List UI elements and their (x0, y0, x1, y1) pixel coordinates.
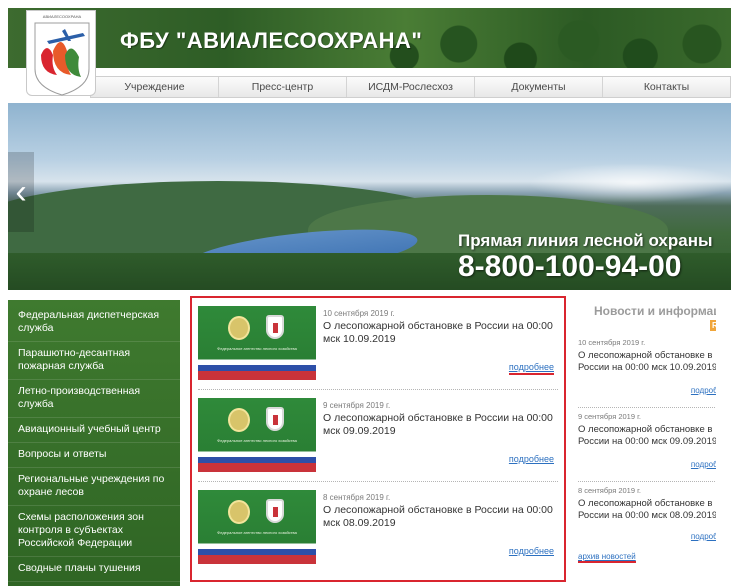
main-nav: Учреждение Пресс-центр ИСДМ-Рослесхоз До… (90, 76, 731, 98)
chevron-right-icon: › (716, 423, 728, 462)
emblem-icon (228, 408, 250, 432)
shield-icon (266, 315, 284, 339)
hotline-label: Прямая линия лесной охраны (458, 231, 713, 250)
news-more-link[interactable]: подробнее (509, 546, 554, 556)
left-sidebar: Федеральная диспетчерская служба Парашют… (8, 300, 180, 586)
news-list: Федеральное агентство лесного хозяйства … (190, 296, 566, 582)
thumbnail-caption: Федеральное агентство лесного хозяйства (217, 530, 297, 535)
emblem-icon (228, 316, 250, 340)
sidebar-item-parachute[interactable]: Парашютно-десантная пожарная служба (8, 342, 180, 380)
news-thumbnail[interactable]: Федеральное агентство лесного хозяйства (198, 490, 316, 564)
info-date: 10 сентября 2019 г. (578, 338, 646, 347)
info-date: 8 сентября 2019 г. (578, 486, 642, 495)
sidebar-item-dispatch[interactable]: Федеральная диспетчерская служба (8, 304, 180, 342)
info-date: 9 сентября 2019 г. (578, 412, 642, 421)
news-thumbnail[interactable]: Федеральное агентство лесного хозяйства (198, 398, 316, 472)
sidebar-item-training-center[interactable]: Авиационный учебный центр (8, 418, 180, 443)
hotline-phone[interactable]: 8-800-100-94-00 (458, 250, 682, 284)
thumbnail-caption: Федеральное агентство лесного хозяйства (217, 438, 297, 443)
news-more-link[interactable]: подробнее (508, 362, 554, 375)
news-title[interactable]: О лесопожарной обстановке в России на 00… (323, 320, 558, 346)
logo-emblem-icon (34, 22, 90, 96)
nav-item-documents[interactable]: Документы (475, 77, 603, 97)
info-title[interactable]: О лесопожарной обстановке в России на 00… (578, 424, 731, 448)
info-item: 10 сентября 2019 г. О лесопожарной обста… (578, 338, 731, 408)
news-date: 10 сентября 2019 г. (323, 309, 395, 318)
info-title[interactable]: О лесопожарной обстановке в России на 00… (578, 350, 731, 374)
sidebar-item-faq[interactable]: Вопросы и ответы (8, 443, 180, 468)
emblem-icon (228, 500, 250, 524)
news-thumbnail[interactable]: Федеральное агентство лесного хозяйства (198, 306, 316, 380)
chevron-left-icon: ‹ (15, 172, 27, 211)
info-item: 8 сентября 2019 г. О лесопожарной обстан… (578, 486, 731, 546)
news-archive-link[interactable]: архив новостей (578, 552, 636, 563)
site-header: АВИАЛЕСООХРАНА ФБУ "АВИАЛЕСООХРАНА" (0, 0, 731, 96)
news-info-title: Новости и информация (594, 304, 731, 318)
news-item: Федеральное агентство лесного хозяйства … (198, 396, 558, 482)
news-title[interactable]: О лесопожарной обстановке в России на 00… (323, 412, 558, 438)
news-more-link[interactable]: подробнее (509, 454, 554, 464)
info-title[interactable]: О лесопожарной обстановке в России на 00… (578, 498, 731, 522)
nav-item-press-center[interactable]: Пресс-центр (219, 77, 347, 97)
banner-next-button[interactable]: › (716, 300, 731, 586)
nav-item-institution[interactable]: Учреждение (91, 77, 219, 97)
thumbnail-caption: Федеральное агентство лесного хозяйства (217, 346, 297, 351)
forest-decoration (368, 8, 731, 68)
info-item: 9 сентября 2019 г. О лесопожарной обстан… (578, 412, 731, 482)
nav-item-isdm[interactable]: ИСДМ-Рослесхоз (347, 77, 475, 97)
news-date: 9 сентября 2019 г. (323, 401, 391, 410)
sidebar-item-plans[interactable]: Сводные планы тушения (8, 557, 180, 582)
news-title[interactable]: О лесопожарной обстановке в России на 00… (323, 504, 558, 530)
sidebar-item-flight-service[interactable]: Летно-производственная служба (8, 380, 180, 418)
shield-icon (266, 499, 284, 523)
news-date: 8 сентября 2019 г. (323, 493, 391, 502)
banner-prev-button[interactable]: ‹ (8, 152, 34, 232)
site-title: ФБУ "АВИАЛЕСООХРАНА" (120, 28, 423, 53)
news-info-panel: Новости и информация RSS 10 сентября 201… (572, 300, 731, 586)
sidebar-item-control-zones[interactable]: Схемы расположения зон контроля в субъек… (8, 506, 180, 557)
sidebar-item-regional[interactable]: Региональные учреждения по охране лесов (8, 468, 180, 506)
nav-item-contacts[interactable]: Контакты (603, 77, 730, 97)
news-item: Федеральное агентство лесного хозяйства … (198, 488, 558, 574)
news-item: Федеральное агентство лесного хозяйства … (198, 304, 558, 390)
site-logo[interactable]: АВИАЛЕСООХРАНА (26, 10, 96, 96)
shield-icon (266, 407, 284, 431)
